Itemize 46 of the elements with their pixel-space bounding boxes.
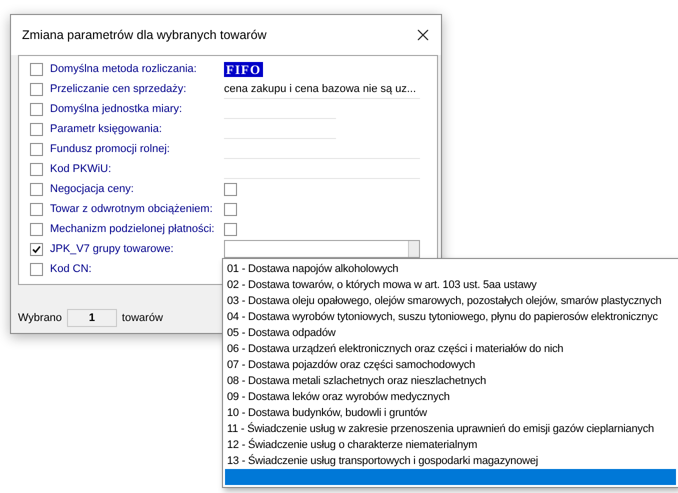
field-label: Towar z odwrotnym obciążeniem: [50, 203, 214, 215]
checkbox[interactable] [30, 182, 43, 196]
checkbox[interactable] [30, 102, 43, 116]
dropdown-option[interactable]: 12 - Świadczenie usług o charakterze niematerialnym [225, 437, 676, 453]
field-value[interactable]: FIFO [224, 62, 264, 76]
checkbox[interactable] [30, 202, 43, 216]
field-label: Domyślna metoda rozliczania: [50, 63, 198, 75]
checkbox[interactable] [224, 182, 237, 196]
close-icon[interactable] [417, 29, 429, 41]
checkbox[interactable] [30, 122, 43, 136]
dropdown-option[interactable]: 02 - Dostawa towarów, o których mowa w art. 103 ust. 5aa ustawy [225, 277, 676, 293]
field-label: Kod CN: [50, 263, 93, 275]
field-label: Przeliczanie cen sprzedaży: [50, 83, 188, 95]
checkbox[interactable] [30, 242, 43, 256]
field-label: Domyślna jednostka miary: [50, 103, 184, 115]
dropdown-option[interactable]: 06 - Dostawa urządzeń elektronicznych oraz części i materiałów do nich [225, 341, 676, 357]
field-label: Parametr księgowania: [50, 123, 163, 135]
dropdown-option[interactable]: 04 - Dostawa wyrobów tytoniowych, suszu tytoniowego, płynu do papierosów elektronicznyc [225, 309, 676, 325]
field-value[interactable]: cena zakupu i cena bazowa nie są uz... [224, 80, 420, 98]
field-label: Kod PKWiU: [50, 163, 112, 175]
dropdown-option[interactable]: 07 - Dostawa pojazdów oraz części samochodowych [225, 357, 676, 373]
selected-count: 1 [66, 309, 117, 327]
field-label: Mechanizm podzielonej płatności: [50, 223, 216, 235]
dropdown-option[interactable]: 08 - Dostawa metali szlachetnych oraz nieszlachetnych [225, 373, 676, 389]
unit-label: towarów [122, 312, 163, 324]
dropdown-option[interactable]: 13 - Świadczenie usług transportowych i gospodarki magazynowej [225, 453, 676, 469]
checkbox[interactable] [30, 162, 43, 176]
field-label: Negocjacja ceny: [50, 183, 135, 195]
checkbox[interactable] [30, 82, 43, 96]
field-label: Fundusz promocji rolnej: [50, 143, 171, 155]
checkbox[interactable] [30, 62, 43, 76]
checkbox[interactable] [224, 222, 237, 236]
dropdown-option[interactable]: 11 - Świadczenie usług w zakresie przenoszenia uprawnień do emisji gazów cieplarnianych [225, 421, 676, 437]
dropdown-option[interactable]: 10 - Dostawa budynków, budowli i gruntów [225, 405, 676, 421]
dropdown-option[interactable]: 09 - Dostawa leków oraz wyrobów medycznych [225, 389, 676, 405]
dropdown-option[interactable]: 01 - Dostawa napojów alkoholowych [225, 261, 676, 277]
window-title: Zmiana parametrów dla wybranych towarów [22, 28, 267, 42]
dropdown-field[interactable] [224, 240, 420, 258]
dropdown-option[interactable]: 05 - Dostawa odpadów [225, 325, 676, 341]
selected-label: Wybrano [18, 312, 62, 324]
checkbox[interactable] [30, 222, 43, 236]
checkbox[interactable] [30, 262, 43, 276]
checkbox[interactable] [30, 142, 43, 156]
dropdown-option[interactable]: 03 - Dostawa oleju opałowego, olejów smarowych, pozostałych olejów, smarów plastycznych [225, 293, 676, 309]
field-label: JPK_V7 grupy towarowe: [50, 243, 175, 255]
checkbox[interactable] [224, 202, 237, 216]
